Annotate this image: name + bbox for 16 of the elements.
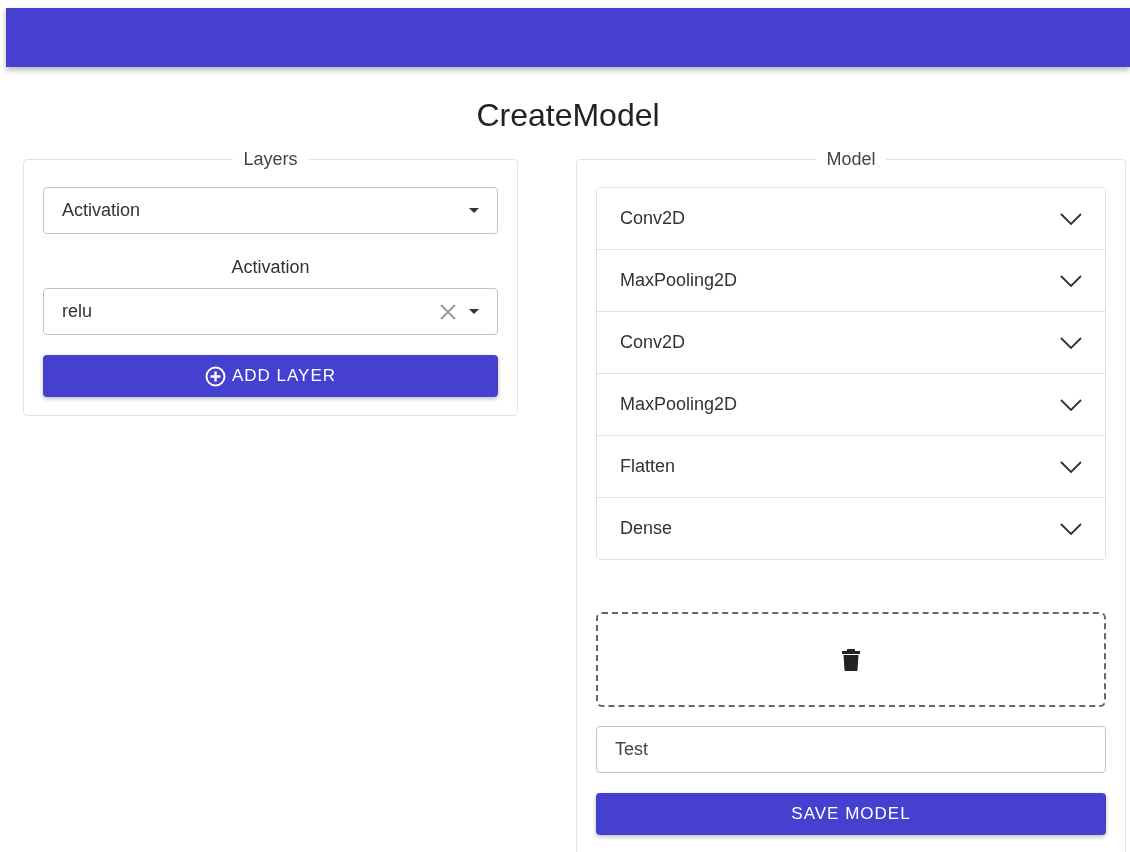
clear-icon[interactable] — [439, 302, 457, 321]
value-combobox[interactable]: relu — [43, 288, 498, 335]
add-circle-icon — [204, 365, 226, 387]
add-layer-button[interactable]: ADD LAYER — [43, 355, 498, 397]
model-name-field[interactable]: Test — [596, 726, 1106, 773]
save-model-button[interactable]: SAVE MODEL — [596, 793, 1106, 835]
dropdown-caret-icon — [469, 309, 479, 314]
dropdown-caret-icon — [469, 208, 479, 213]
layer-type-select[interactable]: Activation — [43, 187, 498, 234]
panel-legend: Model — [816, 149, 886, 170]
field-label: Activation — [230, 257, 311, 278]
layer-accordion-item[interactable]: Dense — [597, 497, 1105, 559]
panel-legend: Layers — [233, 149, 308, 170]
page-title: CreateModel — [475, 96, 661, 135]
trash-icon — [842, 648, 860, 671]
delete-drop-zone[interactable] — [596, 612, 1106, 707]
